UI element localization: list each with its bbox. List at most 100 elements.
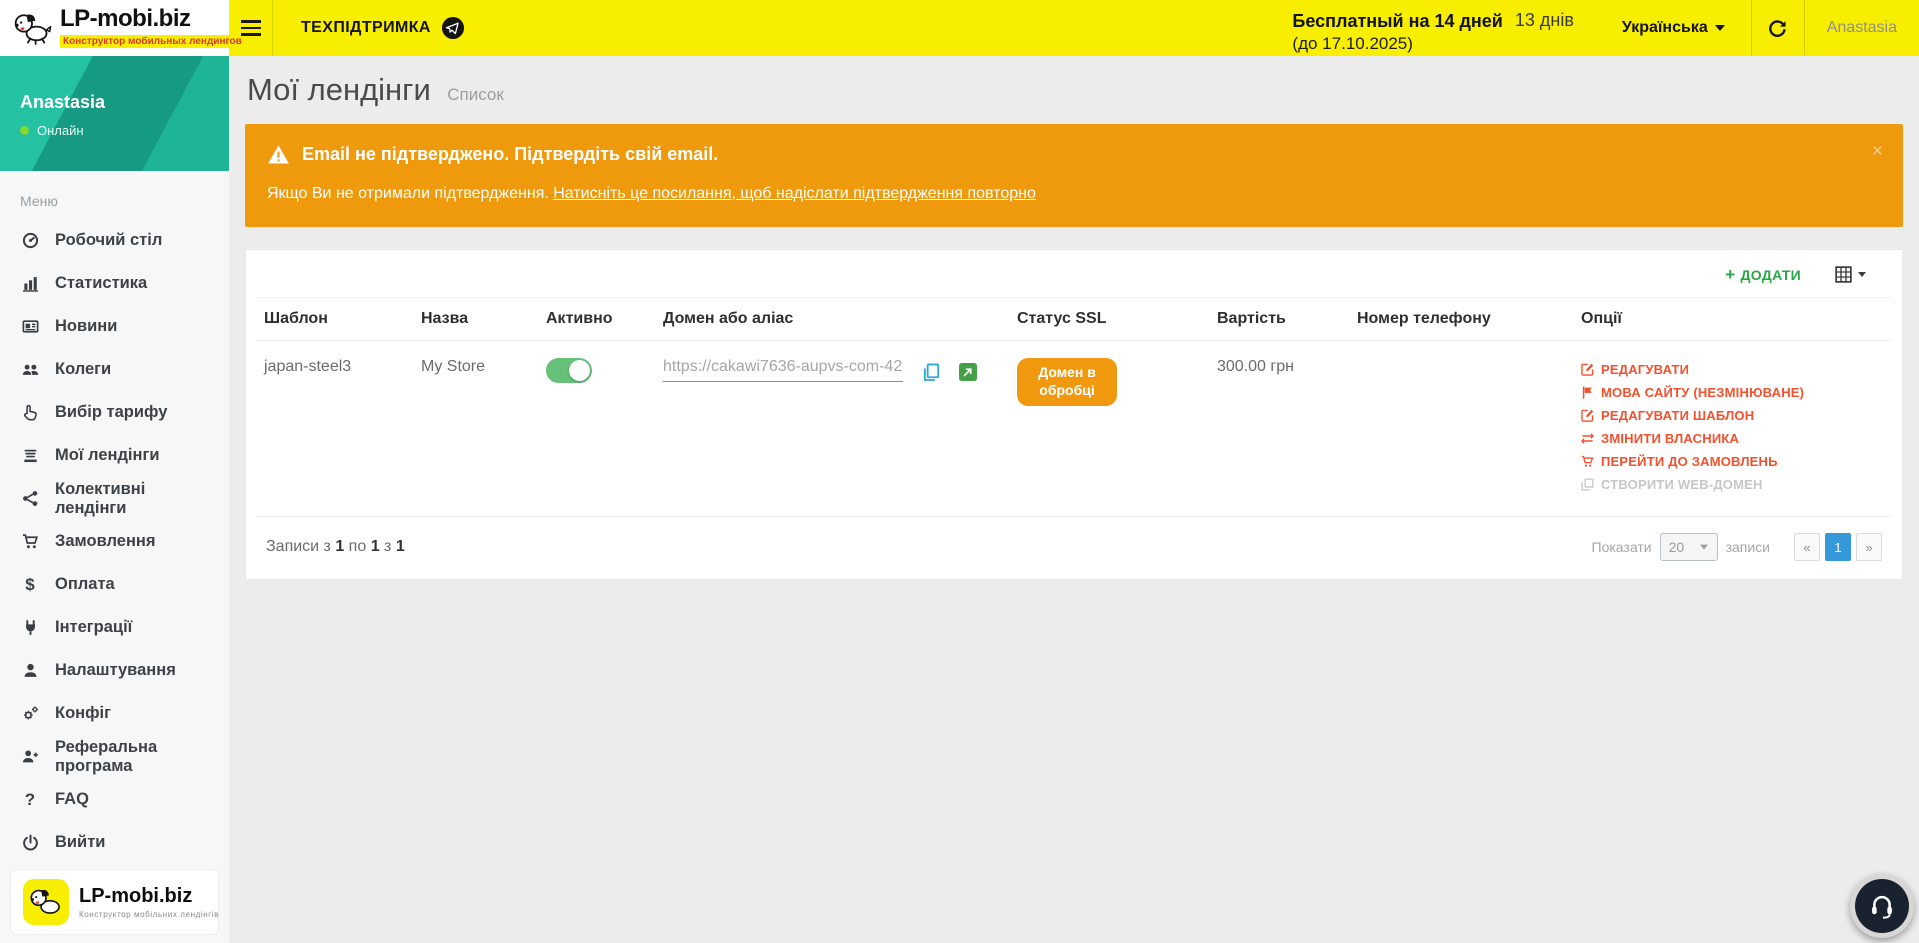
chevron-down-icon (1858, 272, 1866, 277)
option-link[interactable]: МОВА САЙТУ (НЕЗМІНЮВАНЕ) (1581, 381, 1884, 404)
pagination-page-1[interactable]: 1 (1825, 533, 1851, 561)
chevron-down-icon (1700, 545, 1708, 550)
footer-brand-tagline: Конструктор мобільних лендінгів (79, 910, 219, 919)
sidebar-item-label: Конфіг (55, 704, 111, 723)
resend-confirmation-link[interactable]: Натисніть це посилання, щоб надіслати пі… (553, 185, 1036, 202)
sidebar-profile: Anastasia Онлайн (0, 56, 229, 171)
language-label: Українська (1622, 19, 1708, 37)
sidebar-item-orders[interactable]: Замовлення (0, 520, 229, 563)
sidebar-item-settings[interactable]: Налаштування (0, 649, 229, 692)
topbar-right: Бесплатный на 14 дней (до 17.10.2025) 13… (1292, 0, 1919, 56)
table-footer: Записи з 1 по 1 з 1 Показати 20 записи «… (256, 517, 1892, 579)
app-window: LP-mobi.biz Конструктор мобильных лендин… (0, 0, 1919, 943)
page-size-select[interactable]: 20 (1660, 533, 1718, 561)
option-link[interactable]: РЕДАГУВАТИ (1581, 358, 1884, 381)
option-link: СТВОРИТИ WEB-ДОМЕН (1581, 473, 1884, 496)
logout-icon (20, 834, 40, 851)
username-label: Anastasia (1827, 19, 1897, 37)
sidebar-item-news[interactable]: Новини (0, 305, 229, 348)
page-subtitle: Список (447, 85, 504, 104)
sidebar-footer-logo[interactable]: LP-mobi.biz Конструктор мобільних лендін… (10, 869, 219, 935)
user-menu[interactable]: Anastasia (1805, 0, 1919, 56)
table-header-row: ШаблонНазваАктивноДомен або аліасСтатус … (256, 298, 1892, 341)
orders-icon (20, 533, 40, 550)
domain-input[interactable] (663, 358, 903, 382)
sidebar-item-logout[interactable]: Вийти (0, 821, 229, 864)
cell-template: japan-steel3 (256, 341, 413, 517)
option-link[interactable]: РЕДАГУВАТИ ШАБЛОН (1581, 404, 1884, 427)
brand-tagline: Конструктор мобильных лендингов (60, 35, 245, 48)
sidebar-item-config[interactable]: Конфіг (0, 692, 229, 735)
brand-title: LP-mobi.biz (60, 5, 190, 32)
warning-triangle-icon (267, 144, 290, 165)
sidebar-item-integrations[interactable]: Інтеграції (0, 606, 229, 649)
sidebar-item-statistics[interactable]: Статистика (0, 262, 229, 305)
plus-icon: + (1725, 266, 1735, 283)
records-info: Записи з 1 по 1 з 1 (266, 538, 405, 556)
pagination: «1» (1794, 533, 1882, 561)
cell-phone (1349, 341, 1573, 517)
topbar: LP-mobi.biz Конструктор мобильных лендин… (0, 0, 1919, 56)
language-dropdown[interactable]: Українська (1596, 0, 1751, 56)
sidebar-item-tariff[interactable]: Вибір тарифу (0, 391, 229, 434)
sidebar-item-referral[interactable]: Реферальна програма (0, 735, 229, 778)
main-content: Мої лендінги Список Email не підтверджен… (229, 56, 1919, 943)
add-landing-button[interactable]: + ДОДАТИ (1725, 266, 1801, 283)
ssl-status-badge: Домен в обробці (1017, 358, 1117, 406)
sidebar-item-label: Робочий стіл (55, 231, 162, 250)
landings-table: ШаблонНазваАктивноДомен або аліасСтатус … (256, 297, 1892, 517)
close-icon[interactable]: × (1872, 142, 1883, 161)
sidebar-item-colleagues[interactable]: Колеги (0, 348, 229, 391)
active-toggle[interactable] (546, 358, 592, 383)
sidebar-item-label: Вибір тарифу (55, 403, 167, 422)
column-header: Шаблон (256, 298, 413, 341)
sidebar-item-label: Колективні лендінги (55, 480, 209, 518)
news-icon (20, 318, 40, 335)
column-header: Статус SSL (1009, 298, 1209, 341)
cell-name: My Store (413, 341, 538, 517)
option-label: МОВА САЙТУ (НЕЗМІНЮВАНЕ) (1601, 385, 1804, 400)
sidebar-item-faq[interactable]: ?FAQ (0, 778, 229, 821)
settings-icon (20, 662, 40, 679)
pagination-prev[interactable]: « (1794, 533, 1820, 561)
option-label: ЗМІНИТИ ВЛАСНИКА (1601, 431, 1739, 446)
column-header: Домен або аліас (655, 298, 1009, 341)
sidebar-item-collective-landings[interactable]: Колективні лендінги (0, 477, 229, 520)
cart-icon (1581, 455, 1594, 468)
column-header: Назва (413, 298, 538, 341)
column-header: Номер телефону (1349, 298, 1573, 341)
sidebar-toggle-button[interactable] (229, 0, 273, 56)
footer-brand-title: LP-mobi.biz (79, 886, 219, 906)
telegram-icon (441, 16, 465, 40)
option-label: РЕДАГУВАТИ ШАБЛОН (1601, 408, 1754, 423)
refresh-button[interactable] (1751, 0, 1805, 56)
support-label: ТЕХПІДТРИМКА (301, 19, 431, 37)
sidebar-item-dashboard[interactable]: Робочий стіл (0, 219, 229, 262)
sidebar-item-label: Мої лендінги (55, 446, 160, 465)
referral-icon (20, 748, 40, 765)
colleagues-icon (20, 361, 40, 378)
brand-logo[interactable]: LP-mobi.biz Конструктор мобильных лендин… (0, 0, 229, 56)
sidebar-item-label: Вийти (55, 833, 105, 852)
sidebar-item-label: Інтеграції (55, 618, 132, 637)
config-icon (20, 705, 40, 722)
table-view-dropdown[interactable] (1835, 266, 1866, 283)
tariff-name: Бесплатный на 14 дней (1292, 11, 1502, 31)
sidebar-item-payment[interactable]: $Оплата (0, 563, 229, 606)
alert-text: Якщо Ви не отримали підтвердження. (267, 185, 553, 202)
alert-title: Email не підтверджено. Підтвердіть свій … (302, 144, 718, 165)
sidebar-item-label: FAQ (55, 790, 89, 809)
copy-icon[interactable] (921, 362, 941, 382)
page-header: Мої лендінги Список (229, 56, 1919, 118)
option-link[interactable]: ЗМІНИТИ ВЛАСНИКА (1581, 427, 1884, 450)
pagination-next[interactable]: » (1856, 533, 1882, 561)
open-external-icon[interactable] (959, 363, 977, 381)
support-link[interactable]: ТЕХПІДТРИМКА (301, 0, 465, 56)
landings-panel: + ДОДАТИ ШаблонНазваАктивноДомен або алі… (245, 249, 1903, 580)
sidebar-item-my-landings[interactable]: Мої лендінги (0, 434, 229, 477)
support-chat-button[interactable] (1850, 874, 1914, 938)
row-options: РЕДАГУВАТИ МОВА САЙТУ (НЕЗМІНЮВАНЕ) РЕДАГУ… (1581, 358, 1884, 496)
profile-name: Anastasia (20, 92, 229, 113)
option-link[interactable]: ПЕРЕЙТИ ДО ЗАМОВЛЕНЬ (1581, 450, 1884, 473)
integrations-icon (20, 619, 40, 636)
